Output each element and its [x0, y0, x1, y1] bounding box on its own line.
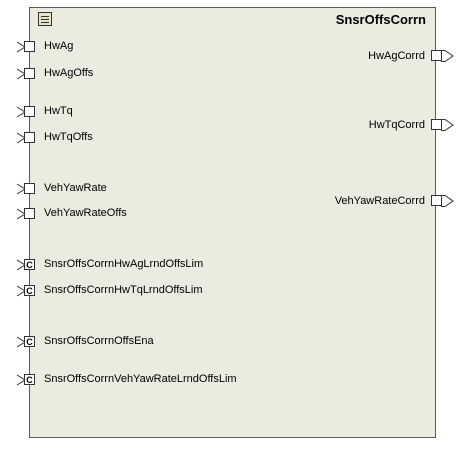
calibration-port-label: SnsrOffsCorrnVehYawRateLrndOffsLim: [44, 373, 237, 385]
input-port-hwtqoffs[interactable]: [16, 132, 38, 144]
output-port-hwagcorrd[interactable]: [431, 50, 455, 62]
calibration-marker: C: [26, 286, 33, 296]
calibration-port-hwaglrndoffslim[interactable]: C: [16, 259, 38, 271]
calibration-port-offsena[interactable]: C: [16, 336, 38, 348]
input-port-label: HwTqOffs: [44, 131, 93, 143]
input-port-label: VehYawRateOffs: [44, 207, 127, 219]
input-port-hwag[interactable]: [16, 41, 38, 53]
input-port-vehyawrateoffs[interactable]: [16, 208, 38, 220]
calibration-marker: C: [26, 375, 33, 385]
calibration-marker: C: [26, 337, 33, 347]
calibration-port-label: SnsrOffsCorrnOffsEna: [44, 335, 154, 347]
input-port-hwagoffs[interactable]: [16, 68, 38, 80]
output-port-vehyawratecorrd[interactable]: [431, 195, 455, 207]
input-port-label: VehYawRate: [44, 182, 107, 194]
input-port-label: HwAgOffs: [44, 67, 94, 79]
input-port-vehyawrate[interactable]: [16, 183, 38, 195]
input-port-hwtq[interactable]: [16, 106, 38, 118]
calibration-port-label: SnsrOffsCorrnHwTqLrndOffsLim: [44, 284, 203, 296]
output-port-label: HwAgCorrd: [368, 50, 425, 62]
block-title: SnsrOffsCorrn: [335, 12, 426, 27]
output-port-label: HwTqCorrd: [368, 119, 425, 131]
component-icon: [38, 12, 52, 26]
output-port-hwtqcorrd[interactable]: [431, 119, 455, 131]
calibration-port-label: SnsrOffsCorrnHwAgLrndOffsLim: [44, 258, 204, 270]
output-port-label: VehYawRateCorrd: [334, 195, 425, 207]
input-port-label: HwTq: [44, 105, 73, 117]
calibration-port-vehyawratelrndoffslim[interactable]: C: [16, 374, 38, 386]
calibration-marker: C: [26, 260, 33, 270]
calibration-port-hwtqlrndoffslim[interactable]: C: [16, 285, 38, 297]
input-port-label: HwAg: [44, 40, 74, 52]
